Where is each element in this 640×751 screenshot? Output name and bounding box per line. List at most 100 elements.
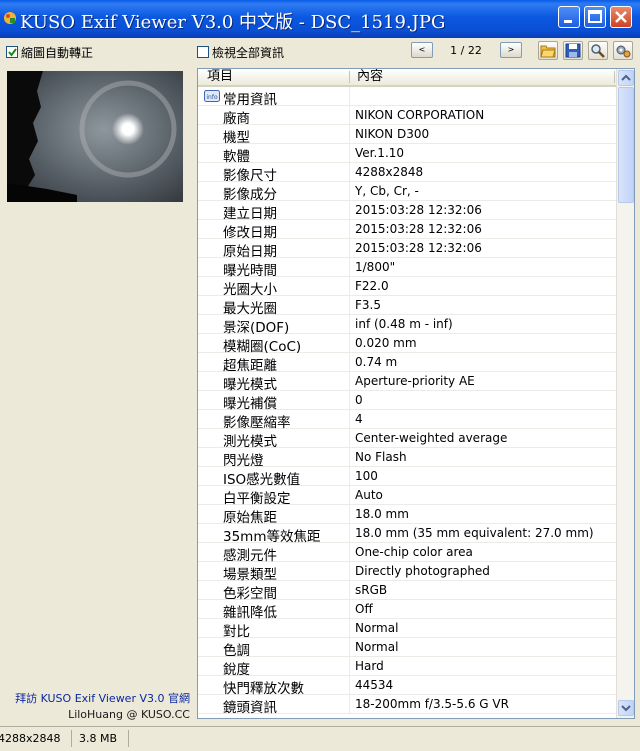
exif-item-name: 廠商 xyxy=(223,111,250,127)
exif-row[interactable]: 原始日期 2015:03:28 12:32:06 xyxy=(198,239,616,260)
close-icon xyxy=(615,11,627,23)
exif-item-name: 影像尺寸 xyxy=(223,168,277,184)
exif-item-name: 曝光模式 xyxy=(223,377,277,393)
exif-row[interactable]: 廠商 NIKON CORPORATION xyxy=(198,106,616,127)
next-icon: > xyxy=(507,45,515,54)
list-header: 項目 內容 xyxy=(198,69,616,87)
auto-rotate-checkbox[interactable] xyxy=(6,46,18,58)
app-icon xyxy=(4,12,16,24)
exif-row[interactable]: ISO感光數值 100 xyxy=(198,467,616,488)
next-page-button[interactable]: > xyxy=(500,42,522,58)
exif-item-value: Aperture-priority AE xyxy=(355,374,475,388)
exif-row[interactable]: 測光模式 Center-weighted average xyxy=(198,429,616,450)
scroll-thumb[interactable] xyxy=(618,87,634,203)
exif-row[interactable]: 色調 Normal xyxy=(198,638,616,659)
exif-row[interactable]: 影像尺寸 4288x2848 xyxy=(198,163,616,184)
exif-row[interactable]: 快門釋放次數 44534 xyxy=(198,676,616,697)
exif-item-value: 18.0 mm (35 mm equivalent: 27.0 mm) xyxy=(355,526,594,540)
website-link[interactable]: 拜訪 KUSO Exif Viewer V3.0 官網 xyxy=(15,690,190,706)
exif-item-value: 0 xyxy=(355,393,363,407)
exif-item-value: 4 xyxy=(355,412,363,426)
exif-row[interactable]: 建立日期 2015:03:28 12:32:06 xyxy=(198,201,616,222)
close-button[interactable] xyxy=(610,6,632,28)
exif-item-name: 曝光補償 xyxy=(223,396,277,412)
exif-item-value: Off xyxy=(355,602,373,616)
exif-row[interactable]: 銳度 Hard xyxy=(198,657,616,678)
column-header-content[interactable]: 內容 xyxy=(357,69,383,85)
exif-row[interactable]: 修改日期 2015:03:28 12:32:06 xyxy=(198,220,616,241)
exif-item-value: inf (0.48 m - inf) xyxy=(355,317,453,331)
exif-row[interactable]: 閃光燈 No Flash xyxy=(198,448,616,469)
exif-row[interactable]: 白平衡設定 Auto xyxy=(198,486,616,507)
open-folder-button[interactable] xyxy=(538,41,558,60)
folder-icon xyxy=(540,45,556,58)
exif-item-name: 修改日期 xyxy=(223,225,277,241)
exif-row[interactable]: 對比 Normal xyxy=(198,619,616,640)
exif-row[interactable]: 原始焦距 18.0 mm xyxy=(198,505,616,526)
exif-list[interactable]: 項目 內容 info 常用資訊 廠商 NIKON CORPORATION 機型 NIK… xyxy=(197,68,635,719)
exif-row[interactable]: 光圈大小 F22.0 xyxy=(198,277,616,298)
exif-item-name: 光圈大小 xyxy=(223,282,277,298)
exif-item-value: Directly photographed xyxy=(355,564,490,578)
up-arrow-icon xyxy=(621,74,631,81)
minimize-button[interactable] xyxy=(558,6,580,28)
exif-item-value: 4288x2848 xyxy=(355,165,424,179)
svg-text:info: info xyxy=(206,94,218,101)
exif-row[interactable]: 軟體 Ver.1.10 xyxy=(198,144,616,165)
exif-row[interactable]: 場景類型 Directly photographed xyxy=(198,562,616,583)
exif-row[interactable]: 超焦距離 0.74 m xyxy=(198,353,616,374)
exif-row[interactable]: 影像壓縮率 4 xyxy=(198,410,616,431)
exif-row[interactable]: 感測元件 One-chip color area xyxy=(198,543,616,564)
exif-item-value: NIKON CORPORATION xyxy=(355,108,485,122)
maximize-button[interactable] xyxy=(584,6,606,28)
scroll-down-button[interactable] xyxy=(618,700,634,716)
exif-row[interactable]: 機型 NIKON D300 xyxy=(198,125,616,146)
vertical-scrollbar[interactable] xyxy=(616,69,634,718)
exif-row[interactable]: 曝光時間 1/800" xyxy=(198,258,616,279)
prev-icon: < xyxy=(418,45,426,54)
info-group-icon: info xyxy=(204,90,220,102)
exif-item-name: 影像成分 xyxy=(223,187,277,203)
save-button[interactable] xyxy=(563,41,583,60)
exif-item-value: Center-weighted average xyxy=(355,431,508,445)
author-credit: LiloHuang @ KUSO.CC xyxy=(68,708,190,721)
exif-row[interactable]: 曝光模式 Aperture-priority AE xyxy=(198,372,616,393)
column-header-item[interactable]: 項目 xyxy=(207,69,233,85)
exif-item-name: 色彩空間 xyxy=(223,586,277,602)
exif-item-name: 軟體 xyxy=(223,149,250,165)
exif-row[interactable]: 雜訊降低 Off xyxy=(198,600,616,621)
exif-row[interactable]: 色彩空間 sRGB xyxy=(198,581,616,602)
gears-icon xyxy=(616,45,631,58)
exif-item-value: Auto xyxy=(355,488,383,502)
exif-item-value: 2015:03:28 12:32:06 xyxy=(355,203,482,217)
page-indicator: 1 / 22 xyxy=(450,44,482,57)
exif-item-name: 對比 xyxy=(223,624,250,640)
exif-row[interactable]: 鏡頭資訊 18-200mm f/3.5-5.6 G VR xyxy=(198,695,616,716)
exif-item-name: 銳度 xyxy=(223,662,250,678)
exif-row[interactable]: 影像成分 Y, Cb, Cr, - xyxy=(198,182,616,203)
exif-row[interactable]: 曝光補償 0 xyxy=(198,391,616,412)
exif-item-value: Normal xyxy=(355,621,399,635)
prev-page-button[interactable]: < xyxy=(411,42,433,58)
scroll-up-button[interactable] xyxy=(618,70,634,86)
exif-item-value: 2015:03:28 12:32:06 xyxy=(355,222,482,236)
exif-item-value: NIKON D300 xyxy=(355,127,430,141)
exif-item-name: 快門釋放次數 xyxy=(223,681,304,697)
exif-row[interactable]: 最大光圈 F3.5 xyxy=(198,296,616,317)
status-bar: 4288x2848 3.8 MB xyxy=(0,726,640,751)
exif-row[interactable]: 模糊圈(CoC) 0.020 mm xyxy=(198,334,616,355)
auto-rotate-label: 縮圖自動轉正 xyxy=(21,46,94,60)
settings-button[interactable] xyxy=(613,41,633,60)
exif-item-name: 場景類型 xyxy=(223,567,277,583)
group-label: 常用資訊 xyxy=(223,92,277,108)
exif-row[interactable]: 景深(DOF) inf (0.48 m - inf) xyxy=(198,315,616,336)
group-row-common[interactable]: info 常用資訊 xyxy=(198,87,616,108)
exif-item-value: Hard xyxy=(355,659,384,673)
exif-row[interactable]: 35mm等效焦距 18.0 mm (35 mm equivalent: 27.0 … xyxy=(198,524,616,545)
exif-item-name: 原始焦距 xyxy=(223,510,277,526)
exif-item-name: 閃光燈 xyxy=(223,453,264,469)
show-all-checkbox[interactable] xyxy=(197,46,209,58)
title-bar[interactable]: KUSO Exif Viewer V3.0 中文版 - DSC_1519.JPG xyxy=(0,0,640,38)
exif-item-name: 感測元件 xyxy=(223,548,277,564)
zoom-button[interactable] xyxy=(588,41,608,60)
